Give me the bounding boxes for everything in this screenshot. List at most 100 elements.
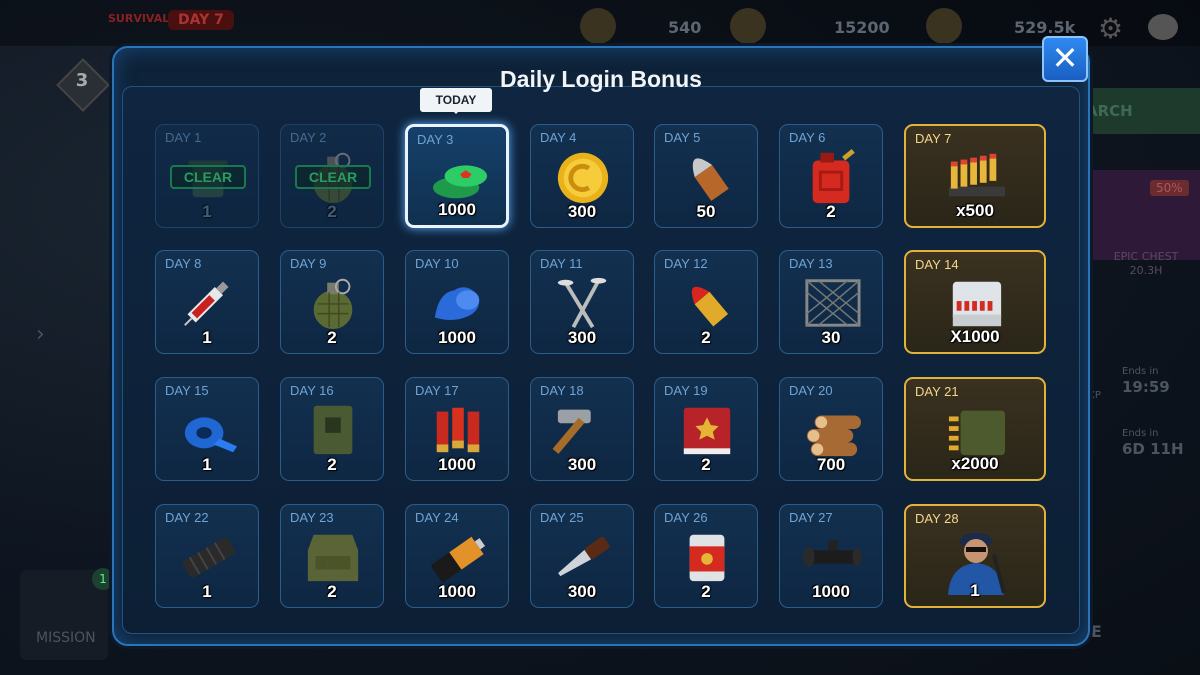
event-ends-label: Ends in — [1122, 366, 1159, 377]
chevron-right-icon[interactable]: › — [36, 322, 45, 347]
reward-cell-day-9[interactable]: DAY 9 2 — [280, 250, 384, 354]
wood-resource-icon — [926, 8, 962, 44]
reward-cell-day-25[interactable]: DAY 25 300 — [530, 504, 634, 608]
reward-cell-day-20[interactable]: DAY 20 700 — [779, 377, 883, 481]
reward-cell-day-2[interactable]: DAY 2 CLEAR 2 — [280, 124, 384, 228]
day-label: DAY 20 — [789, 383, 833, 398]
day-label: DAY 18 — [540, 383, 584, 398]
reward-quantity: 1000 — [438, 200, 476, 219]
day-label: DAY 10 — [415, 256, 459, 271]
chest-label: EPIC CHEST — [1113, 250, 1179, 263]
day-label: DAY 9 — [290, 256, 327, 271]
reward-cell-day-27[interactable]: DAY 27 1000 — [779, 504, 883, 608]
day-label: DAY 2 — [290, 130, 327, 145]
rifle-bullet-icon — [673, 273, 741, 331]
mission-label: MISSION — [36, 630, 96, 646]
reward-cell-day-18[interactable]: DAY 18 300 — [530, 377, 634, 481]
day-label: DAY 5 — [664, 130, 701, 145]
reward-cell-day-7[interactable]: DAY 7 x500 — [904, 124, 1046, 228]
event-ends-label-2: Ends in — [1122, 428, 1159, 439]
day-label: DAY 22 — [165, 510, 209, 525]
reward-quantity: 2 — [701, 328, 711, 347]
day-label: DAY 12 — [664, 256, 708, 271]
muscle-arm-icon — [424, 273, 492, 331]
clear-badge: CLEAR — [295, 165, 371, 189]
reward-cell-day-28[interactable]: DAY 28 1 — [904, 504, 1046, 608]
reward-cell-day-3[interactable]: DAY 3 1000 — [405, 124, 509, 228]
reward-cell-day-15[interactable]: DAY 15 1 — [155, 377, 259, 481]
reward-cell-day-14[interactable]: DAY 14 X1000 — [904, 250, 1046, 354]
shotgun-shells-icon — [424, 400, 492, 458]
medal-book-icon — [673, 400, 741, 458]
reward-cell-day-1[interactable]: DAY 1 CLEAR 1 — [155, 124, 259, 228]
reward-cell-day-4[interactable]: DAY 4 300 — [530, 124, 634, 228]
tape-roll-icon — [174, 400, 242, 458]
hammer-icon — [549, 400, 617, 458]
reward-cell-day-5[interactable]: DAY 5 50 — [654, 124, 758, 228]
day-label: DAY 17 — [415, 383, 459, 398]
ammo-box-icon — [942, 274, 1010, 332]
reward-quantity: 2 — [327, 582, 337, 601]
survival-label: SURVIVAL — [108, 12, 170, 25]
reward-quantity: 2 — [701, 455, 711, 474]
ammo-resource-icon — [580, 8, 616, 44]
reward-cell-day-22[interactable]: DAY 22 1 — [155, 504, 259, 608]
wood-logs-icon — [798, 400, 866, 458]
reward-cell-day-24[interactable]: DAY 24 1000 — [405, 504, 509, 608]
day-label: DAY 25 — [540, 510, 584, 525]
day-label: DAY 13 — [789, 256, 833, 271]
reward-quantity: 1 — [202, 455, 212, 474]
day-counter: DAY 7 — [168, 10, 234, 30]
reward-cell-day-8[interactable]: DAY 8 1 — [155, 250, 259, 354]
reward-quantity: 300 — [567, 328, 597, 347]
day-label: DAY 19 — [664, 383, 708, 398]
bottle-caps-icon — [426, 149, 494, 207]
day-label: DAY 23 — [290, 510, 334, 525]
reward-cell-day-10[interactable]: DAY 10 1000 — [405, 250, 509, 354]
gear-icon[interactable]: ⚙ — [1098, 12, 1123, 45]
reward-quantity: x2000 — [951, 454, 999, 473]
gold-coin-icon — [549, 147, 617, 205]
reward-quantity: 2 — [327, 202, 337, 221]
reward-quantity: 2 — [327, 455, 337, 474]
reward-quantity: 2 — [826, 202, 836, 221]
day-label: DAY 1 — [165, 130, 202, 145]
reward-quantity: X1000 — [950, 327, 1000, 346]
reward-cell-day-26[interactable]: DAY 26 2 — [654, 504, 758, 608]
reward-cell-day-13[interactable]: DAY 13 30 — [779, 250, 883, 354]
chest-timer: 20.3H — [1129, 264, 1163, 277]
nails-icon — [549, 273, 617, 331]
reward-quantity: 1000 — [438, 582, 476, 601]
reward-cell-day-23[interactable]: DAY 23 2 — [280, 504, 384, 608]
resource-wood: 529.5k — [1014, 18, 1076, 37]
fuel-can-icon — [798, 147, 866, 205]
reward-quantity: 2 — [327, 328, 337, 347]
day-label: DAY 24 — [415, 510, 459, 525]
clear-badge: CLEAR — [170, 165, 246, 189]
reward-cell-day-17[interactable]: DAY 17 1000 — [405, 377, 509, 481]
event-timer: 19:59 — [1122, 378, 1170, 396]
day-label: DAY 11 — [540, 256, 583, 271]
bullet-icon — [673, 147, 741, 205]
reward-cell-day-11[interactable]: DAY 11 300 — [530, 250, 634, 354]
reward-cell-day-19[interactable]: DAY 19 2 — [654, 377, 758, 481]
knife-icon — [549, 527, 617, 585]
reward-quantity: 300 — [567, 455, 597, 474]
reward-cell-day-16[interactable]: DAY 16 2 — [280, 377, 384, 481]
day-label: DAY 15 — [165, 383, 209, 398]
reward-quantity: 1 — [970, 581, 980, 600]
close-button[interactable]: ✕ — [1042, 36, 1088, 82]
day-label: DAY 3 — [417, 132, 454, 147]
day-label: DAY 7 — [915, 131, 952, 146]
reward-cell-day-6[interactable]: DAY 6 2 — [779, 124, 883, 228]
reward-cell-day-12[interactable]: DAY 12 2 — [654, 250, 758, 354]
reward-quantity: 300 — [567, 582, 597, 601]
resource-coins: 15200 — [834, 18, 890, 37]
search-button[interactable]: ARCH — [1080, 88, 1200, 134]
reward-quantity: 1000 — [438, 455, 476, 474]
reward-cell-day-21[interactable]: DAY 21 x2000 — [904, 377, 1046, 481]
body-armor-icon — [299, 527, 367, 585]
day-label: DAY 26 — [664, 510, 708, 525]
dialog-title: Daily Login Bonus — [500, 66, 702, 92]
chat-icon[interactable] — [1148, 14, 1178, 40]
